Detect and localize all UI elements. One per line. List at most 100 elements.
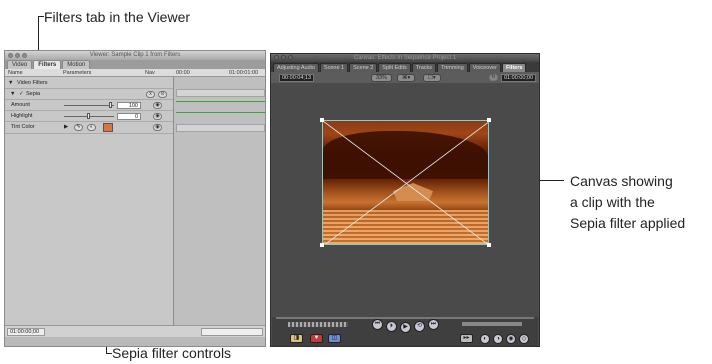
close-icon[interactable] [8,53,13,58]
previous-edit-icon[interactable]: ⏮ [372,319,383,330]
tab-scene-1[interactable]: Scene 1 [319,63,349,72]
mark-clip-icon[interactable]: ◨ [290,334,303,343]
eyedropper-icon[interactable]: ✎ [74,124,83,131]
scrubber-bar[interactable] [276,317,534,319]
tab-video[interactable]: Video [7,60,33,69]
highlight-value-field[interactable]: 0 [117,113,141,120]
marker-icon[interactable]: ◉ [506,334,516,344]
minimize-icon[interactable] [281,55,286,60]
zoom-icon[interactable] [22,53,27,58]
tint-keyframe-track [176,124,265,132]
row-sepia[interactable]: ▼ ✓ Sepia x ⊙ [5,89,173,100]
callout-canvas-line3: Sepia filter applied [570,215,686,231]
row-amount: Amount 100 ◉ [5,100,173,111]
color-wheel-icon[interactable]: ◐ [87,124,96,131]
enable-checkbox[interactable]: ✓ [19,89,24,100]
tab-split-edits[interactable]: Split Edits [378,63,411,72]
reset-button[interactable]: x [146,91,155,98]
column-time-start: 00:00 [176,70,190,76]
horizontal-scrollbar[interactable] [201,328,263,336]
row-video-filters[interactable]: ▼ Video Filters [5,78,173,89]
play-icon[interactable]: ▶ [400,322,411,333]
callout-filters-tab: Filters tab in the Viewer [44,9,191,25]
canvas-title: Canvas: Effects in Sequence Project 1 [353,55,457,61]
canvas-toolbar: 00:00:04;13 33% ⌘▾ ☐▾ ↻ 01:00:00;00 [271,72,539,83]
tab-filters[interactable]: Filters [501,63,527,72]
disclosure-triangle-icon[interactable]: ▼ [8,78,13,89]
column-nav: Nav [145,70,155,76]
mark-out-icon[interactable]: ◑ [493,334,503,344]
callout-canvas-line1: Canvas showing [570,173,673,189]
playhead-sync-icon[interactable]: ↻ [489,74,498,81]
sepia-clip-frame [322,120,489,245]
transport-controls: ⏮ ⏵ ▶ ⟲ ⏭ ◨ ▼ ◫ ▸▸ ◐ ◑ ◉ ◇ [272,317,538,346]
tint-color-swatch[interactable] [103,123,113,132]
canvas-tabbar: Adjusting Audio Scene 1 Scene 2 Split Ed… [271,62,539,72]
keyframe-menu-button[interactable]: ⊙ [158,91,167,98]
callout-line-bottom-horizontal [106,353,112,354]
tab-motion[interactable]: Motion [62,60,91,69]
group-label: Video Filters [17,80,48,86]
row-highlight: Highlight 0 ◉ [5,111,173,122]
amount-slider[interactable] [64,105,114,106]
mark-in-icon[interactable]: ◐ [480,334,490,344]
disclosure-triangle-icon[interactable]: ▼ [10,89,15,100]
viewer-title: Viewer: Sample Clip 1 from Filters [89,52,181,58]
minimize-icon[interactable] [15,53,20,58]
overlay-popup[interactable]: ☐▾ [423,74,441,82]
viewer-tabbar: Video Filters Motion [5,60,265,69]
keyframe-button[interactable]: ◉ [153,113,162,120]
zoom-icon[interactable] [288,55,293,60]
filters-panel: Name Parameters Nav 00:00 01:00:01:00 ▼ … [5,69,265,337]
callout-canvas-line2: a clip with the [570,194,655,210]
column-name: Name [8,70,23,76]
canvas-titlebar: Canvas: Effects in Sequence Project 1 [271,54,539,62]
tab-tracks[interactable]: Tracks [411,63,437,72]
current-timecode[interactable]: 00:00:04;13 [279,74,315,82]
jog-control[interactable] [462,322,522,326]
highlight-slider-knob[interactable] [87,113,90,119]
disclosure-triangle-icon[interactable]: ▶ [64,122,68,133]
keyframe-button[interactable]: ◉ [153,102,162,109]
timeline-track [176,89,265,97]
handle-top-left[interactable] [320,118,324,122]
viewer-bottom-bar: 01:00:00;00 [5,325,265,337]
tab-filters[interactable]: Filters [33,60,62,69]
shuttle-control[interactable] [288,322,348,327]
handle-bottom-right[interactable] [487,243,491,247]
play-around-icon[interactable]: ⟲ [414,321,425,332]
add-marker-icon[interactable]: ▼ [310,334,323,343]
tab-voiceover[interactable]: Voiceover [468,63,501,72]
viewer-timecode[interactable]: 01:00:00;00 [7,328,45,336]
amount-value-field[interactable]: 100 [117,102,141,109]
handle-bottom-left[interactable] [320,243,324,247]
canvas-window: Canvas: Effects in Sequence Project 1 Ad… [270,53,540,347]
column-time-end: 01:00:01:00 [229,70,259,76]
canvas-viewport[interactable] [272,83,538,317]
amount-slider-knob[interactable] [109,102,112,108]
duration-timecode[interactable]: 01:00:00;00 [501,74,537,82]
keyframe-graph[interactable] [173,77,265,325]
amount-keyframe-line [176,101,265,102]
keyframe-button[interactable]: ◉ [153,124,162,131]
play-in-out-icon[interactable]: ⏵ [386,321,397,332]
tab-scene-2[interactable]: Scene 2 [349,63,378,72]
filter-name: Sepia [26,91,41,97]
insert-edit-icon[interactable]: ◫ [328,334,341,343]
param-highlight-label: Highlight [11,113,33,119]
row-tint-color: Tint Color ▶ ✎ ◐ ◉ [5,122,173,134]
viewer-titlebar: Viewer: Sample Clip 1 from Filters [5,51,265,60]
next-edit-icon[interactable]: ⏭ [428,319,439,330]
viewer-window: Viewer: Sample Clip 1 from Filters Video… [4,50,266,347]
view-popup[interactable]: ⌘▾ [397,74,416,82]
match-frame-icon[interactable]: ▸▸ [460,334,473,343]
tab-trimming[interactable]: Trimming [437,63,468,72]
highlight-keyframe-line [176,112,265,113]
close-icon[interactable] [274,55,279,60]
zoom-popup[interactable]: 33% [371,74,393,82]
keyframe-icon[interactable]: ◇ [519,334,529,344]
title-safe-cross [323,121,488,244]
param-amount-label: Amount [11,102,30,108]
tab-adjusting-audio[interactable]: Adjusting Audio [273,63,319,72]
handle-top-right[interactable] [487,118,491,122]
